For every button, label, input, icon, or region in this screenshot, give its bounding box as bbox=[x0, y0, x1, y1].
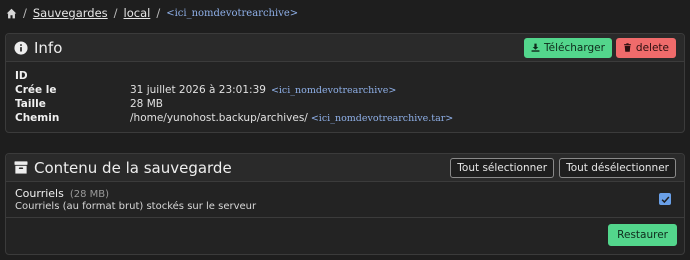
item-description: Courriels (au format brut) stockés sur l… bbox=[15, 201, 257, 212]
home-icon[interactable] bbox=[6, 8, 17, 19]
archive-icon bbox=[14, 161, 28, 174]
archive-name-tag: <ici_nomdevotrearchive> bbox=[270, 84, 397, 96]
info-key: Taille bbox=[15, 98, 46, 110]
content-title-text: Contenu de la sauvegarde bbox=[34, 158, 232, 177]
info-value: 28 MB bbox=[130, 98, 163, 110]
delete-label: delete bbox=[635, 41, 669, 54]
breadcrumb-separator: / bbox=[156, 6, 161, 20]
info-row-created: Crée le 31 juillet 2026 à 23:01:39 <ici_… bbox=[15, 83, 676, 97]
download-button[interactable]: Télécharger bbox=[524, 37, 612, 58]
info-card: Info Télécharger delete ID Crée le 31 ju… bbox=[5, 33, 685, 133]
info-title: Info bbox=[14, 39, 62, 57]
info-body: ID Crée le 31 juillet 2026 à 23:01:39 <i… bbox=[6, 62, 684, 125]
info-value: 31 juillet 2026 à 23:01:39 bbox=[130, 84, 266, 96]
deselect-all-button[interactable]: Tout désélectionner bbox=[559, 157, 676, 178]
restore-button[interactable]: Restaurer bbox=[608, 224, 677, 246]
breadcrumb: / Sauvegardes / local / <ici_nomdevotrea… bbox=[6, 4, 298, 22]
download-icon bbox=[531, 43, 540, 52]
download-label: Télécharger bbox=[544, 41, 605, 54]
archive-file-tag: <ici_nomdevotrearchive.tar> bbox=[310, 112, 454, 124]
info-key: Crée le bbox=[15, 84, 57, 96]
content-title: Contenu de la sauvegarde bbox=[14, 159, 232, 177]
item-size: (28 MB) bbox=[69, 189, 110, 200]
info-title-text: Info bbox=[34, 38, 63, 57]
item-title: Courriels (28 MB) bbox=[15, 187, 109, 200]
backup-content-card: Contenu de la sauvegarde Tout sélectionn… bbox=[5, 153, 685, 255]
content-card-footer: Restaurer bbox=[6, 218, 684, 252]
delete-button[interactable]: delete bbox=[615, 37, 676, 58]
item-name: Courriels bbox=[15, 187, 64, 200]
check-icon bbox=[661, 195, 669, 203]
info-value: /home/yunohost.backup/archives/ bbox=[130, 112, 308, 124]
info-key: ID bbox=[15, 70, 28, 82]
info-row-path: Chemin /home/yunohost.backup/archives/ <… bbox=[15, 111, 676, 125]
info-circle-icon bbox=[14, 40, 28, 55]
breadcrumb-separator: / bbox=[113, 6, 118, 20]
trash-icon bbox=[623, 43, 632, 52]
info-key: Chemin bbox=[15, 112, 60, 124]
breadcrumb-sauvegardes[interactable]: Sauvegardes bbox=[33, 6, 108, 20]
info-card-header: Info Télécharger delete bbox=[6, 34, 684, 62]
content-card-header: Contenu de la sauvegarde Tout sélectionn… bbox=[6, 154, 684, 182]
info-row-id: ID bbox=[15, 69, 676, 83]
breadcrumb-local[interactable]: local bbox=[124, 6, 151, 20]
list-item[interactable]: Courriels (28 MB) Courriels (au format br… bbox=[6, 182, 684, 218]
breadcrumb-current-archive: <ici_nomdevotrearchive> bbox=[166, 7, 299, 19]
breadcrumb-separator: / bbox=[23, 6, 27, 20]
item-checkbox[interactable] bbox=[659, 193, 671, 205]
info-row-size: Taille 28 MB bbox=[15, 97, 676, 111]
select-all-button[interactable]: Tout sélectionner bbox=[450, 157, 555, 178]
